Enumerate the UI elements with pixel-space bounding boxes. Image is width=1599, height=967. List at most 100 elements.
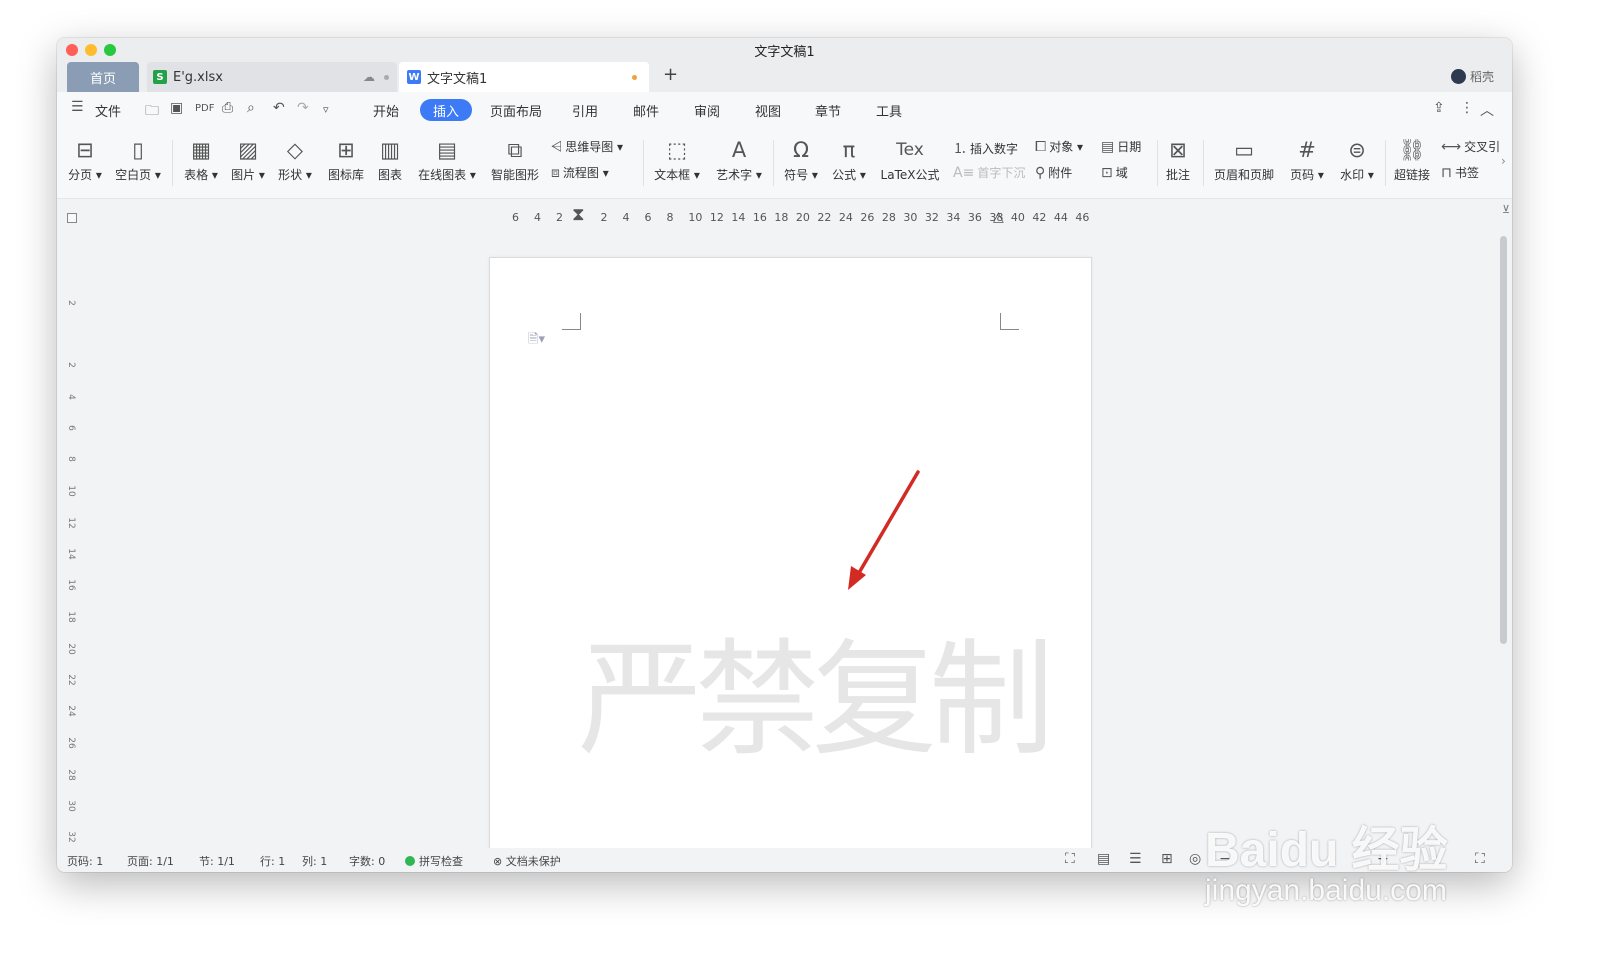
redo-icon[interactable]: ↷ (297, 100, 309, 116)
menu-insert[interactable]: 插入 (420, 99, 472, 121)
online-chart-icon: ▤ (437, 138, 457, 162)
spell-check-toggle[interactable]: 拼写检查 (405, 853, 463, 869)
blank-page-button[interactable]: ▯ 空白页 ▾ (112, 136, 164, 183)
margin-corner-top-right (1000, 313, 1019, 330)
customize-toolbar-icon[interactable]: ▿ (323, 103, 329, 116)
document-page[interactable]: 🗎▾ 严禁复制 (489, 257, 1092, 872)
fullscreen-icon[interactable]: ⛶ (1475, 851, 1485, 867)
vruler-label: 14 (66, 548, 76, 560)
paragraph-options-icon[interactable]: 🗎▾ (528, 330, 545, 352)
page-number-button[interactable]: # 页码 ▾ (1285, 136, 1329, 183)
title-bar: 文字文稿1 (57, 38, 1512, 60)
smart-shape-button[interactable]: ⧉ 智能图形 (489, 136, 541, 183)
print-preview-icon[interactable]: ⌕ (247, 100, 255, 116)
export-pdf-icon[interactable]: PDF (195, 103, 214, 114)
scrollbar-thumb[interactable] (1500, 236, 1507, 644)
mind-map-button[interactable]: ⩤ 思维导图 ▾ (551, 138, 623, 155)
ribbon-separator (643, 140, 644, 186)
menu-page-layout[interactable]: 页面布局 (490, 101, 542, 120)
table-button[interactable]: ▦ 表格 ▾ (181, 136, 221, 183)
date-button[interactable]: ▤ 日期 (1101, 138, 1141, 155)
right-indent-marker-icon[interactable]: △ (993, 209, 1004, 225)
ruler-toggle-icon[interactable]: ⊻ (1502, 203, 1510, 216)
drop-cap-button[interactable]: A≡ 首字下沉 (953, 164, 1025, 181)
comment-button[interactable]: ⊠ 批注 (1161, 136, 1195, 183)
save-icon[interactable]: ▣ (170, 100, 183, 116)
web-layout-icon[interactable]: ⊞ (1161, 851, 1173, 867)
zoom-in-icon[interactable]: + (1377, 851, 1389, 867)
menu-chapter[interactable]: 章节 (815, 101, 841, 120)
print-icon[interactable]: ⎙ (222, 100, 233, 116)
tab-home[interactable]: 首页 (67, 62, 139, 92)
status-row: 行: 1 (260, 855, 286, 868)
textbox-button[interactable]: ⬚ 文本框 ▾ (651, 136, 703, 183)
menu-view[interactable]: 视图 (755, 101, 781, 120)
menu-tools[interactable]: 工具 (876, 101, 902, 120)
document-protection[interactable]: ⊗ 文档未保护 (493, 853, 561, 869)
tab-xlsx-label: E'g.xlsx (173, 69, 223, 85)
object-button[interactable]: ⧠ 对象 ▾ (1035, 138, 1083, 155)
icon-library-button[interactable]: ⊞ 图标库 (325, 136, 367, 183)
ribbon-separator (773, 140, 774, 186)
bookmark-button[interactable]: ⊓ 书签 (1441, 164, 1479, 181)
chart-button[interactable]: ▥ 图表 (375, 136, 405, 183)
focus-mode-icon[interactable]: ⛶ (1065, 851, 1075, 867)
vertical-scrollbar[interactable] (1499, 236, 1508, 846)
mind-map-icon: ⩤ (551, 138, 563, 155)
textbox-icon: ⬚ (667, 138, 687, 162)
wordart-button[interactable]: A 艺术字 ▾ (713, 136, 765, 183)
field-button[interactable]: ⊡ 域 (1101, 164, 1128, 181)
indent-marker-icon[interactable]: ⧗ (572, 204, 585, 225)
ribbon-scroll-right-icon[interactable]: › (1501, 154, 1506, 168)
symbol-button[interactable]: Ω 符号 ▾ (781, 136, 821, 183)
wordart-icon: A (731, 138, 747, 162)
watermark-button[interactable]: ⊜ 水印 ▾ (1335, 136, 1379, 183)
field-icon: ⊡ (1101, 164, 1113, 181)
undo-icon[interactable]: ↶ (273, 100, 285, 116)
online-chart-button[interactable]: ▤ 在线图表 ▾ (414, 136, 480, 183)
status-pages[interactable]: 页面: 1/1 (127, 853, 174, 869)
ribbon-insert: ⊟ 分页 ▾ ▯ 空白页 ▾ ▦ 表格 ▾ ▨ 图片 ▾ ◇ 形状 ▾ ⊞ 图标… (57, 128, 1512, 199)
page-break-icon: ⊟ (76, 138, 94, 162)
new-tab-button[interactable]: + (663, 64, 678, 85)
zoom-out-icon[interactable]: − (1219, 851, 1231, 867)
menu-review[interactable]: 审阅 (694, 101, 720, 120)
cross-reference-button[interactable]: ⟷ 交叉引 (1441, 138, 1500, 155)
menu-start[interactable]: 开始 (373, 101, 399, 120)
vruler-label: 30 (66, 800, 76, 812)
vruler-label: 12 (66, 517, 76, 529)
vruler-label: 20 (66, 643, 76, 655)
page-break-button[interactable]: ⊟ 分页 ▾ (65, 136, 105, 183)
tab-document[interactable]: W 文字文稿1 (399, 62, 649, 92)
hamburger-menu-icon[interactable]: ☰ (71, 99, 84, 115)
more-options-icon[interactable]: ⋮ (1460, 100, 1474, 116)
user-account[interactable]: 稻壳 (1450, 68, 1494, 85)
latex-formula-button[interactable]: Tex LaTeX公式 (879, 136, 941, 183)
flowchart-button[interactable]: ⧈ 流程图 ▾ (551, 164, 609, 181)
tab-stop-selector[interactable] (67, 213, 77, 223)
page-view-icon[interactable]: ▤ (1097, 851, 1110, 867)
spell-check-status-icon (405, 856, 415, 866)
status-section: 节: 1/1 (199, 855, 235, 868)
status-word-count[interactable]: 字数: 0 (349, 853, 385, 869)
writer-file-icon: W (407, 70, 421, 84)
insert-number-button[interactable]: ⒈ 插入数字 (953, 138, 1018, 158)
picture-button[interactable]: ▨ 图片 ▾ (228, 136, 268, 183)
collapse-ribbon-icon[interactable]: ︿ (1480, 100, 1494, 120)
menu-references[interactable]: 引用 (572, 101, 598, 120)
hyperlink-button[interactable]: ⛓ 超链接 (1391, 136, 1433, 183)
menu-mail[interactable]: 邮件 (633, 101, 659, 120)
share-icon[interactable]: ⇪ (1433, 100, 1445, 116)
cloud-icon[interactable]: ☁ (363, 70, 375, 84)
eye-protection-icon[interactable]: ◎ (1189, 851, 1201, 867)
attachment-button[interactable]: ⚲ 附件 (1035, 164, 1072, 181)
shape-button[interactable]: ◇ 形状 ▾ (275, 136, 315, 183)
header-footer-button[interactable]: ▭ 页眉和页脚 (1211, 136, 1277, 183)
menu-file[interactable]: 文件 (95, 101, 121, 120)
outline-view-icon[interactable]: ☰ (1129, 851, 1142, 867)
ribbon-separator (1385, 140, 1386, 186)
open-folder-icon[interactable]: 🗀 (145, 100, 159, 124)
tab-xlsx[interactable]: S E'g.xlsx ☁ (147, 62, 397, 92)
formula-button[interactable]: π 公式 ▾ (829, 136, 869, 183)
object-icon: ⧠ (1035, 138, 1047, 155)
